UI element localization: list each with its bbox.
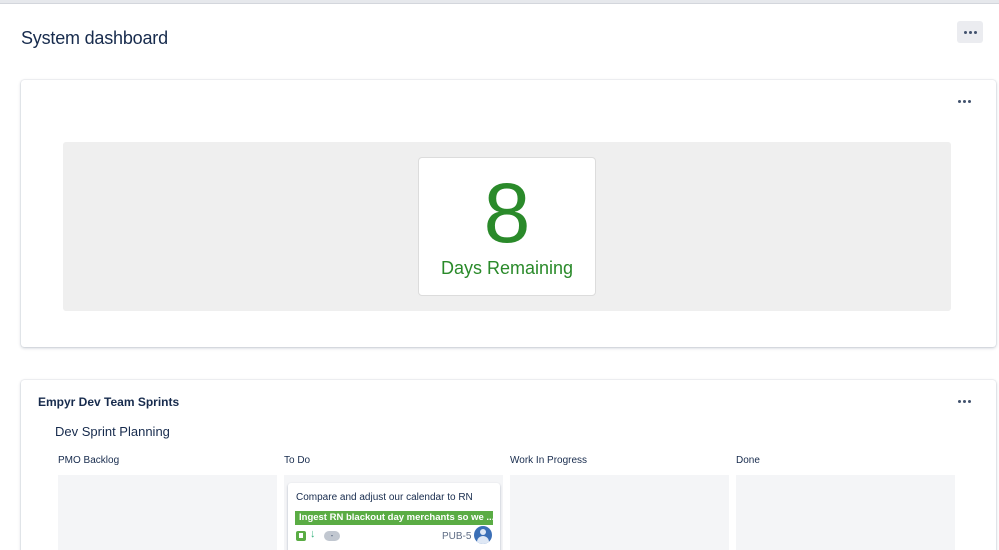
board-name[interactable]: Dev Sprint Planning bbox=[55, 424, 170, 439]
column-header-pmo-backlog: PMO Backlog bbox=[58, 455, 120, 466]
countdown-card: 8 Days Remaining bbox=[418, 157, 596, 296]
epic-label: Ingest RN blackout day merchants so we .… bbox=[295, 511, 493, 525]
column-header-done: Done bbox=[736, 455, 760, 466]
gadget-title[interactable]: Empyr Dev Team Sprints bbox=[38, 395, 179, 409]
story-icon bbox=[296, 531, 306, 541]
countdown-gadget-more-button[interactable] bbox=[951, 90, 977, 112]
top-border bbox=[0, 0, 999, 4]
column-pmo-backlog[interactable] bbox=[58, 475, 277, 550]
issue-summary: Compare and adjust our calendar to RN bbox=[296, 492, 473, 503]
days-remaining-number: 8 bbox=[483, 166, 531, 260]
more-icon bbox=[957, 399, 971, 403]
arrow-down-icon: ↓ bbox=[310, 528, 316, 540]
estimate-badge: - bbox=[324, 531, 340, 541]
countdown-area: 8 Days Remaining bbox=[63, 142, 951, 311]
issue-key[interactable]: PUB-5 bbox=[442, 531, 471, 542]
column-header-to-do: To Do bbox=[284, 455, 311, 466]
more-icon bbox=[963, 30, 977, 34]
sprint-gadget-more-button[interactable] bbox=[951, 390, 977, 412]
dashboard-more-button[interactable] bbox=[957, 21, 983, 43]
countdown-gadget: 8 Days Remaining bbox=[21, 80, 996, 347]
column-work-in-progress[interactable] bbox=[510, 475, 729, 550]
days-remaining-label: Days Remaining bbox=[440, 258, 574, 278]
column-done[interactable] bbox=[736, 475, 955, 550]
column-header-work-in-progress: Work In Progress bbox=[510, 455, 588, 466]
more-icon bbox=[957, 99, 971, 103]
sprint-board-gadget: Empyr Dev Team Sprints Dev Sprint Planni… bbox=[21, 380, 996, 550]
page-title: System dashboard bbox=[21, 28, 168, 48]
avatar-icon bbox=[474, 526, 492, 544]
issue-card[interactable]: Compare and adjust our calendar to RN In… bbox=[288, 483, 500, 550]
